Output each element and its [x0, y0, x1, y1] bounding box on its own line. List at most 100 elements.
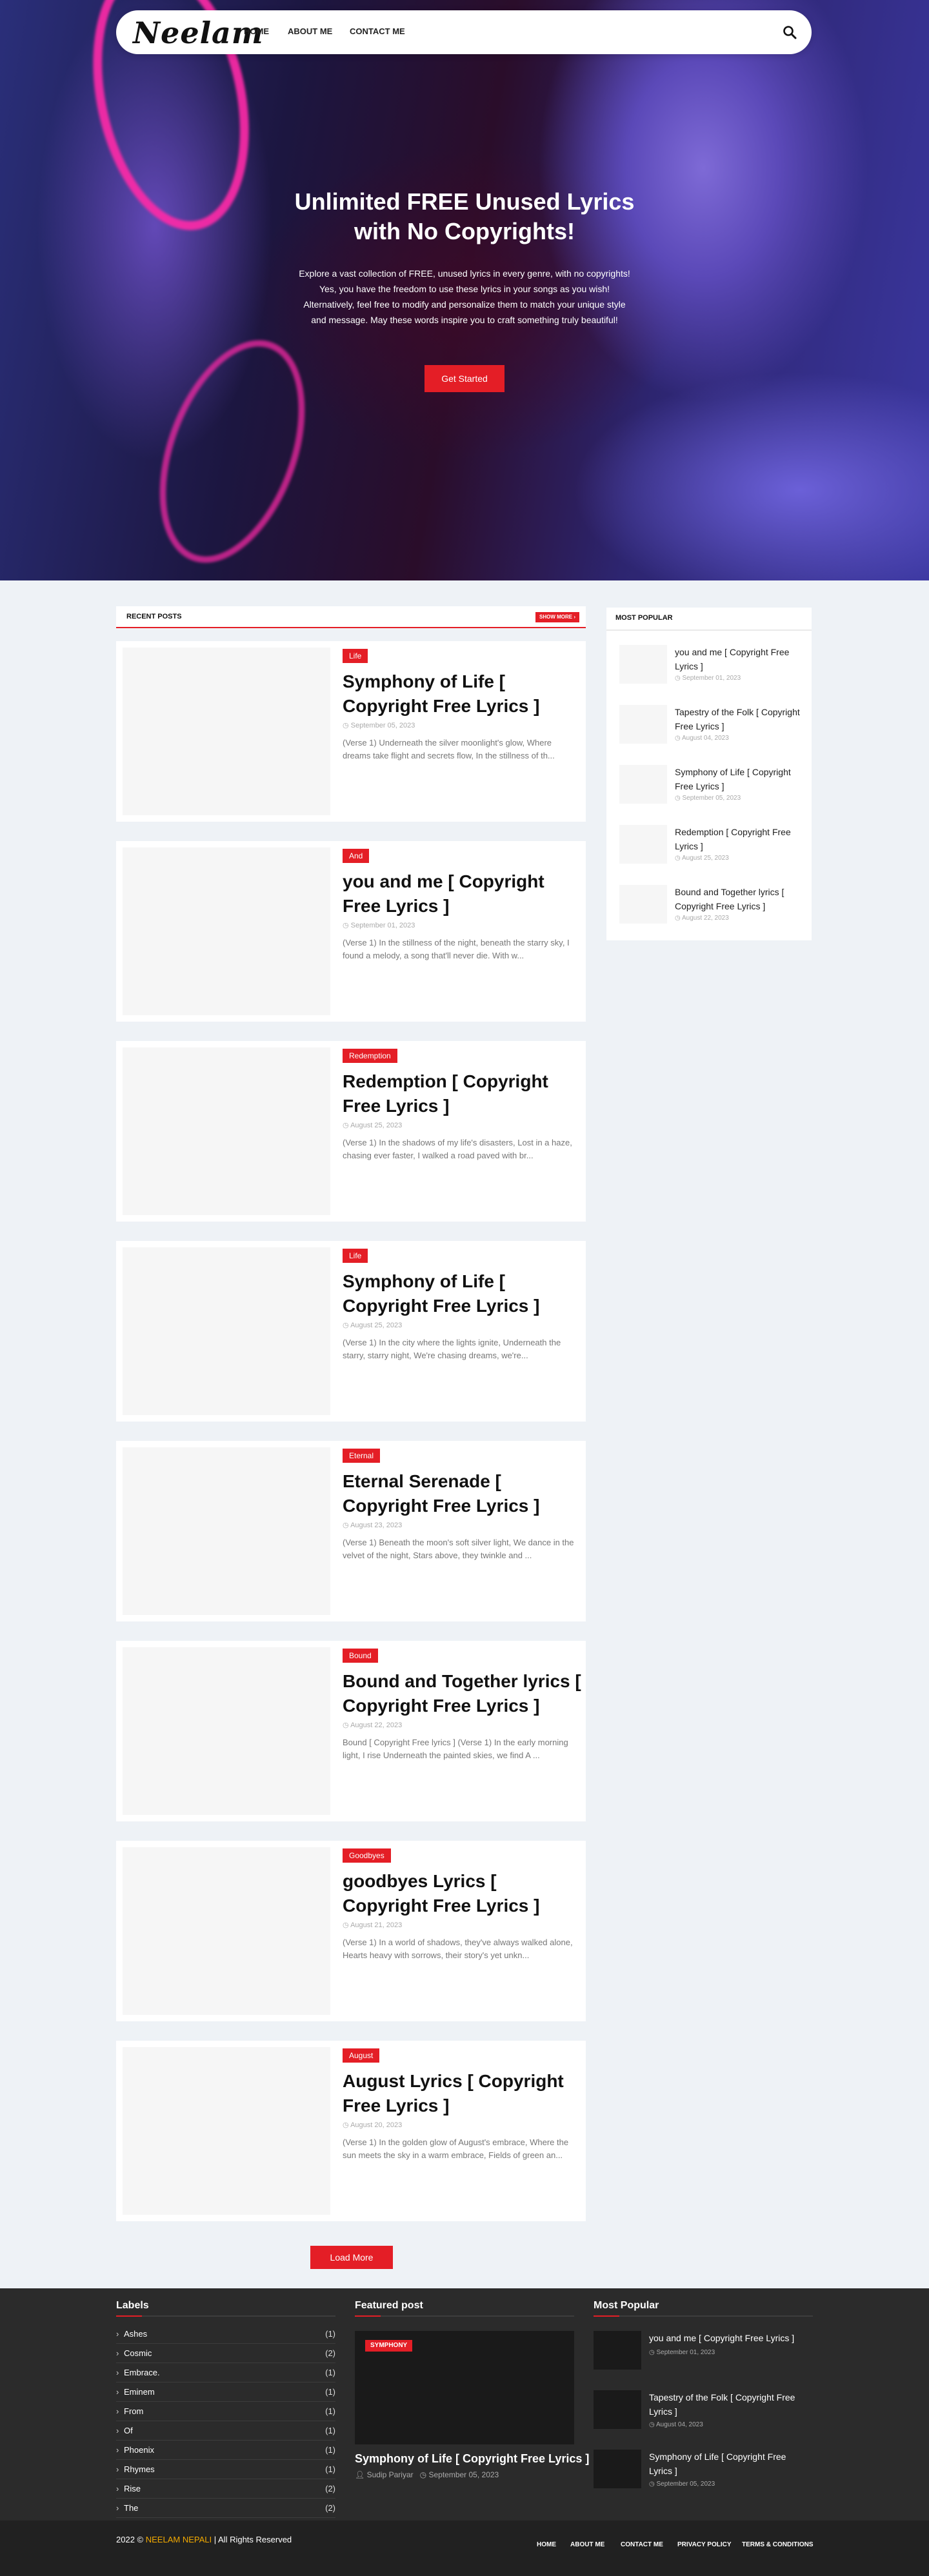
clock-icon: ◷ — [343, 2121, 349, 2129]
divider — [116, 2315, 335, 2317]
popular-thumbnail[interactable] — [619, 645, 667, 684]
post-title[interactable]: August Lyrics [ Copyright Free Lyrics ] — [343, 2069, 581, 2118]
brand-link[interactable]: NEELAM NEPALI — [146, 2535, 212, 2544]
post-tag[interactable]: August — [343, 2048, 380, 2063]
nav-about-me[interactable]: ABOUT ME — [288, 26, 332, 36]
post-tag[interactable]: Bound — [343, 1649, 378, 1663]
popular-thumbnail[interactable] — [619, 765, 667, 804]
featured-author: Sudip Pariyar — [366, 2470, 414, 2479]
clock-icon: ◷ — [675, 915, 681, 922]
label-item[interactable]: › Rhymes (1) — [116, 2460, 335, 2479]
hero-description: Explore a vast collection of FREE, unuse… — [299, 268, 630, 325]
post-tag[interactable]: Redemption — [343, 1049, 397, 1063]
popular-item[interactable]: Bound and Together lyrics [ Copyright Fr… — [619, 885, 806, 936]
footer-link-about-me[interactable]: ABOUT ME — [570, 2541, 604, 2548]
post-date: ◷ August 20, 2023 — [343, 2121, 403, 2129]
popular-item[interactable]: Symphony of Life [ Copyright Free Lyrics… — [619, 765, 806, 817]
get-started-button[interactable]: Get Started — [425, 365, 504, 392]
chevron-right-icon: › — [116, 2406, 119, 2416]
divider — [355, 2315, 574, 2317]
footer-popular-item[interactable]: Symphony of Life [ Copyright Free Lyrics… — [594, 2450, 813, 2499]
nav-home[interactable]: HOME — [244, 26, 269, 36]
post-thumbnail[interactable] — [123, 648, 330, 815]
footer-link-home[interactable]: HOME — [537, 2541, 556, 2548]
post-card[interactable]: Life Symphony of Life [ Copyright Free L… — [116, 1241, 586, 1422]
post-tag[interactable]: Life — [343, 1249, 368, 1263]
post-card[interactable]: Bound Bound and Together lyrics [ Copyri… — [116, 1641, 586, 1821]
post-title[interactable]: you and me [ Copyright Free Lyrics ] — [343, 869, 581, 918]
post-excerpt: (Verse 1) Underneath the silver moonligh… — [343, 738, 555, 760]
post-card[interactable]: And you and me [ Copyright Free Lyrics ]… — [116, 841, 586, 1022]
post-tag[interactable]: Life — [343, 649, 368, 663]
label-item[interactable]: › Eminem (1) — [116, 2383, 335, 2402]
post-title[interactable]: Symphony of Life [ Copyright Free Lyrics… — [343, 1269, 581, 1318]
popular-thumbnail[interactable] — [594, 2331, 641, 2370]
post-card[interactable]: Goodbyes goodbyes Lyrics [ Copyright Fre… — [116, 1841, 586, 2021]
popular-date: ◷ September 05, 2023 — [649, 2481, 715, 2488]
label-item[interactable]: › From (1) — [116, 2402, 335, 2421]
label-item[interactable]: › Of (1) — [116, 2421, 335, 2441]
chevron-right-icon: › — [574, 614, 575, 620]
label-item[interactable]: › Phoenix (1) — [116, 2441, 335, 2460]
post-date: ◷ September 05, 2023 — [343, 722, 415, 729]
label-item[interactable]: › Ashes (1) — [116, 2324, 335, 2344]
footer-link-terms[interactable]: TERMS & CONDITIONS — [742, 2541, 814, 2548]
label-item[interactable]: › Rise (2) — [116, 2479, 335, 2499]
clock-icon: ◷ — [343, 922, 349, 929]
post-thumbnail[interactable] — [123, 1647, 330, 1815]
post-thumbnail[interactable] — [123, 1047, 330, 1215]
post-card[interactable]: Life Symphony of Life [ Copyright Free L… — [116, 641, 586, 822]
post-tag[interactable]: And — [343, 849, 370, 863]
label-item[interactable]: › Cosmic (2) — [116, 2344, 335, 2363]
post-thumbnail[interactable] — [123, 847, 330, 1015]
popular-title[interactable]: you and me [ Copyright Free Lyrics ] — [649, 2331, 810, 2345]
divider — [606, 629, 812, 631]
label-item[interactable]: › Embrace. (1) — [116, 2363, 335, 2383]
popular-title[interactable]: Redemption [ Copyright Free Lyrics ] — [675, 825, 804, 853]
post-tag[interactable]: Eternal — [343, 1449, 381, 1463]
post-card[interactable]: Redemption Redemption [ Copyright Free L… — [116, 1041, 586, 1222]
popular-thumbnail[interactable] — [594, 2450, 641, 2488]
post-title[interactable]: goodbyes Lyrics [ Copyright Free Lyrics … — [343, 1869, 581, 1918]
search-icon[interactable] — [782, 25, 797, 40]
popular-item[interactable]: Tapestry of the Folk [ Copyright Free Ly… — [619, 705, 806, 757]
load-more-button[interactable]: Load More — [310, 2246, 393, 2269]
popular-thumbnail[interactable] — [619, 705, 667, 744]
post-title[interactable]: Bound and Together lyrics [ Copyright Fr… — [343, 1669, 581, 1718]
popular-title[interactable]: Tapestry of the Folk [ Copyright Free Ly… — [675, 705, 804, 733]
chevron-right-icon: › — [116, 2484, 119, 2493]
post-thumbnail[interactable] — [123, 1847, 330, 2015]
post-thumbnail[interactable] — [123, 2047, 330, 2215]
footer-popular-item[interactable]: you and me [ Copyright Free Lyrics ] ◷ S… — [594, 2331, 813, 2380]
featured-date: September 05, 2023 — [428, 2470, 499, 2479]
popular-title[interactable]: Bound and Together lyrics [ Copyright Fr… — [675, 885, 804, 913]
footer-link-contact-me[interactable]: CONTACT ME — [621, 2541, 663, 2548]
popular-item[interactable]: you and me [ Copyright Free Lyrics ] ◷ S… — [619, 645, 806, 697]
post-tag[interactable]: Goodbyes — [343, 1848, 391, 1863]
popular-thumbnail[interactable] — [619, 885, 667, 924]
nav-contact-me[interactable]: CONTACT ME — [350, 26, 405, 36]
popular-title[interactable]: Tapestry of the Folk [ Copyright Free Ly… — [649, 2390, 810, 2419]
post-title[interactable]: Eternal Serenade [ Copyright Free Lyrics… — [343, 1469, 581, 1518]
popular-thumbnail[interactable] — [619, 825, 667, 864]
post-title[interactable]: Symphony of Life [ Copyright Free Lyrics… — [343, 669, 581, 718]
footer-link-privacy-policy[interactable]: PRIVACY POLICY — [677, 2541, 732, 2548]
clock-icon: ◷ — [343, 1521, 349, 1529]
label-item[interactable]: › The (2) — [116, 2499, 335, 2518]
post-excerpt: (Verse 1) In the stillness of the night,… — [343, 938, 570, 960]
popular-thumbnail[interactable] — [594, 2390, 641, 2429]
popular-title[interactable]: you and me [ Copyright Free Lyrics ] — [675, 645, 804, 673]
show-more-button[interactable]: SHOW MORE › — [535, 612, 579, 622]
post-thumbnail[interactable] — [123, 1247, 330, 1415]
post-title[interactable]: Redemption [ Copyright Free Lyrics ] — [343, 1069, 581, 1118]
popular-title[interactable]: Symphony of Life [ Copyright Free Lyrics… — [675, 765, 804, 793]
footer-popular-item[interactable]: Tapestry of the Folk [ Copyright Free Ly… — [594, 2390, 813, 2439]
post-thumbnail[interactable] — [123, 1447, 330, 1615]
popular-item[interactable]: Redemption [ Copyright Free Lyrics ] ◷ A… — [619, 825, 806, 877]
post-card[interactable]: August August Lyrics [ Copyright Free Ly… — [116, 2041, 586, 2221]
featured-tag[interactable]: SYMPHONY — [365, 2340, 413, 2352]
popular-title[interactable]: Symphony of Life [ Copyright Free Lyrics… — [649, 2450, 810, 2478]
featured-post-heading[interactable]: Symphony of Life [ Copyright Free Lyrics… — [355, 2452, 589, 2466]
chevron-right-icon: › — [116, 2464, 119, 2474]
post-card[interactable]: Eternal Eternal Serenade [ Copyright Fre… — [116, 1441, 586, 1621]
